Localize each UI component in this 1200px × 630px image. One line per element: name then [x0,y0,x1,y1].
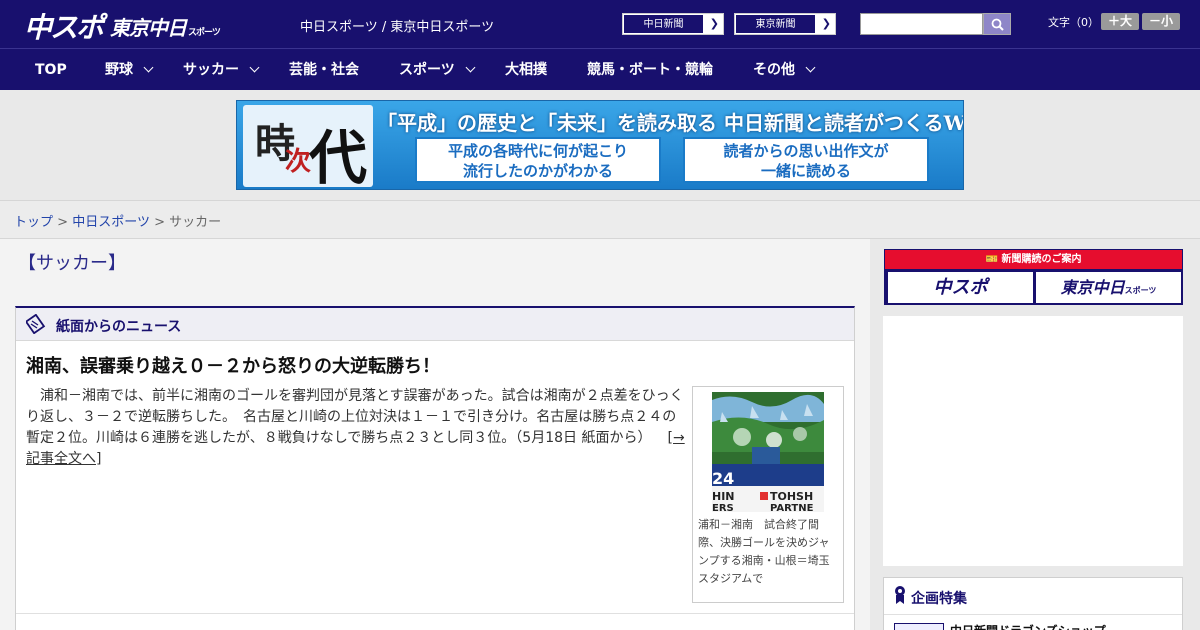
banner-pill-line: 読者からの思い出作文が [723,142,889,160]
article-body-text: 浦和－湘南では、前半に湘南のゴールを審判団が見落とす誤審があった。試合は湘南が２… [26,388,684,446]
news-section-header: 紙面からのニュース [16,308,854,341]
photo-sign-text: HIN [712,490,735,503]
search-button[interactable] [983,13,1011,35]
banner-pill-line: 平成の各時代に何が起こり [447,142,628,160]
award-ribbon-icon [895,586,905,604]
divider [884,614,1182,615]
nav-item-label: 大相撲 [505,62,547,78]
jidai-banner-ad[interactable]: 時 次 代 「平成」の歴史と「未来」を読み取る 中日新聞と読者がつくるWebサイ… [236,100,964,190]
page-title: 【サッカー】 [18,253,126,274]
breadcrumb-bar: トップ > 中日スポーツ > サッカー [0,200,1200,239]
main-nav: TOP 野球 サッカー 芸能・社会 スポーツ 大相撲 競馬・ボート・競輪 その他 [0,48,1200,90]
nav-item-label: TOP [35,62,67,78]
top-header: 中スポ 東京中日 スポーツ 中日スポーツ / 東京中日スポーツ 中日新聞 ❯ 東京… [0,0,1200,48]
photo-sign-text: TOHSH [770,490,813,503]
nav-item-soccer[interactable]: サッカー [183,49,260,91]
main-content: 【サッカー】 紙面からのニュース 湘南、誤審乗り越え０－２から怒りの大逆転勝ち！… [0,239,870,630]
feature-section: 企画特集 中日新聞ドラゴンズショップ [883,577,1183,630]
site-names: 中日スポーツ / 東京中日スポーツ [300,20,495,35]
nav-item-label: 野球 [105,62,133,78]
soccer-crowd-image: 24 HIN ERS TOHSH PARTNE [712,392,824,512]
subscribe-right-suffix: スポーツ [1124,285,1157,295]
nav-item-baseball[interactable]: 野球 [105,49,154,91]
tokyo-shimbun-link[interactable]: 東京新聞 ❯ [734,13,836,35]
breadcrumb-top-link[interactable]: トップ [14,215,53,230]
banner-kanji-dai: 代 [309,124,368,190]
banner-pill-left: 平成の各時代に何が起こり 流行したのかがわかる [415,137,661,183]
banner-logo: 時 次 代 [243,105,373,190]
news-section-title: 紙面からのニュース [56,319,182,335]
newspaper-icon [26,314,46,334]
subscribe-right-label: 東京中日 [1060,278,1125,297]
nav-item-top[interactable]: TOP [35,49,67,91]
divider [16,613,854,614]
tokyo-chunichi-sports-logo[interactable]: 東京中日 スポーツ [110,12,221,41]
banner-pill-line: 流行したのかがわかる [462,162,613,180]
photo-caption: 浦和－湘南 試合終了間際、決勝ゴールを決めジャンプする湘南・山根＝埼玉スタジアム… [698,518,830,585]
nav-item-label: 競馬・ボート・競輪 [587,62,713,78]
logo-secondary-suffix: スポーツ [188,28,221,38]
photo-sign-text: PARTNE [770,503,814,512]
nav-item-other[interactable]: その他 [753,49,816,91]
chevron-down-icon [465,62,476,73]
nav-item-sumo[interactable]: 大相撲 [505,49,547,91]
ext-link-label: 中日新聞 [623,14,704,34]
chevron-right-icon: ❯ [709,17,719,30]
photo-sign-text: ERS [712,503,734,512]
breadcrumb-separator: > [154,215,165,230]
feature-thumbnail[interactable] [894,623,944,630]
breadcrumb: トップ > 中日スポーツ > サッカー [14,211,221,230]
nav-item-label: サッカー [183,62,239,78]
banner-headline: 「平成」の歴史と「未来」を読み取る 中日新聞と読者がつくるWebサイト [377,111,964,135]
logo-secondary-text: 東京中日 [110,16,187,40]
sidebar: 🎫 新聞購読のご案内 中スポ 東京中日スポーツ 企画特集 中日新聞ドラゴンズショ… [870,239,1200,630]
breadcrumb-chunichi-sports-link[interactable]: 中日スポーツ [72,215,150,230]
chevron-down-icon [249,62,260,73]
ticket-icon: 🎫 [985,254,1002,265]
chunichi-shimbun-link[interactable]: 中日新聞 ❯ [622,13,724,35]
search-icon [991,18,1004,31]
article-title[interactable]: 湘南、誤審乗り越え０－２から怒りの大逆転勝ち！ [26,352,440,378]
feature-title: 企画特集 [911,591,967,607]
breadcrumb-separator: > [57,215,69,230]
ext-link-label: 東京新聞 [735,14,816,34]
nav-item-label: スポーツ [399,62,455,78]
chevron-down-icon [143,62,154,73]
subscription-bar: 🎫 新聞購読のご案内 [885,250,1182,269]
nav-item-label: その他 [753,62,795,78]
banner-kanji-tsugi: 次 [285,147,312,177]
subscription-banner: 🎫 新聞購読のご案内 中スポ 東京中日スポーツ [884,249,1183,305]
advertisement-slot [883,316,1183,566]
chevron-right-icon: ❯ [821,17,831,30]
subscribe-tokyo-chunichi-button[interactable]: 東京中日スポーツ [1036,272,1181,303]
news-section: 紙面からのニュース 湘南、誤審乗り越え０－２から怒りの大逆転勝ち！ 浦和－湘南で… [15,306,855,630]
chunichi-sports-logo[interactable]: 中スポ [24,6,104,46]
subscribe-chunichi-sports-button[interactable]: 中スポ [888,272,1033,303]
search-input[interactable] [860,13,983,35]
text-size-increase-button[interactable]: ＋大 [1101,13,1139,30]
article-photo: 24 HIN ERS TOHSH PARTNE [712,392,824,512]
article-body: 浦和－湘南では、前半に湘南のゴールを審判団が見落とす誤審があった。試合は湘南が２… [26,386,686,470]
nav-item-racing[interactable]: 競馬・ボート・競輪 [587,49,713,91]
banner-pill-right: 読者からの思い出作文が 一緒に読める [683,137,929,183]
breadcrumb-current: サッカー [169,215,222,230]
chevron-down-icon [805,62,816,73]
banner-area: 時 次 代 「平成」の歴史と「未来」を読み取る 中日新聞と読者がつくるWebサイ… [0,90,1200,200]
text-size-label: 文字（0） [1048,16,1099,29]
banner-pill-line: 一緒に読める [760,162,851,180]
feature-item-link[interactable]: 中日新聞ドラゴンズショップ [950,622,1106,630]
nav-item-sports[interactable]: スポーツ [399,49,476,91]
article-photo-card[interactable]: 24 HIN ERS TOHSH PARTNE 浦和－湘南 試合終了間際、決勝ゴ… [692,386,844,603]
nav-item-label: 芸能・社会 [289,62,359,78]
photo-sign-number: 24 [712,469,734,488]
text-size-decrease-button[interactable]: －小 [1142,13,1180,30]
subscription-bar-label: 新聞購読のご案内 [1001,254,1082,265]
nav-item-entertainment[interactable]: 芸能・社会 [289,49,359,91]
